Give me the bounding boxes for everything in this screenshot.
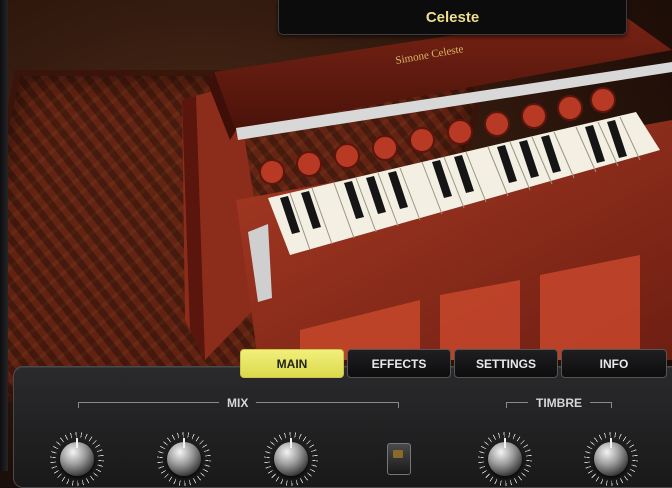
mix-knob-3[interactable] bbox=[264, 432, 318, 486]
timbre-bracket-tick-right bbox=[611, 402, 612, 408]
tab-effects[interactable]: EFFECTS bbox=[347, 349, 451, 378]
timbre-bracket-tick-left bbox=[506, 402, 507, 408]
mix-section-label: MIX bbox=[227, 396, 249, 410]
knob-indicator bbox=[610, 438, 612, 448]
timbre-bracket-right bbox=[590, 402, 612, 403]
timbre-knob-2[interactable] bbox=[584, 432, 638, 486]
instrument-title: Celeste bbox=[425, 8, 480, 26]
instrument-title-box: Celeste bbox=[278, 0, 627, 35]
tab-settings[interactable]: SETTINGS bbox=[454, 349, 558, 378]
control-panel bbox=[13, 366, 672, 488]
mix-bracket-left bbox=[78, 402, 219, 403]
knob-indicator bbox=[76, 438, 78, 448]
mix-knob-2[interactable] bbox=[157, 432, 211, 486]
tab-main[interactable]: MAIN bbox=[240, 349, 344, 378]
tab-bar: MAIN EFFECTS SETTINGS INFO bbox=[240, 349, 667, 378]
mix-bracket-right bbox=[256, 402, 399, 403]
switch-lever bbox=[393, 450, 403, 458]
mix-knob-1[interactable] bbox=[50, 432, 104, 486]
mix-bracket-tick-right bbox=[398, 402, 399, 408]
knob-indicator bbox=[290, 438, 292, 448]
mix-bracket-tick-left bbox=[78, 402, 79, 408]
timbre-knob-1[interactable] bbox=[478, 432, 532, 486]
tab-info[interactable]: INFO bbox=[561, 349, 667, 378]
toggle-switch[interactable] bbox=[387, 443, 411, 475]
timbre-section-label: TIMBRE bbox=[536, 396, 582, 410]
knob-indicator bbox=[504, 438, 506, 448]
knob-indicator bbox=[183, 438, 185, 448]
timbre-bracket-left bbox=[506, 402, 528, 403]
